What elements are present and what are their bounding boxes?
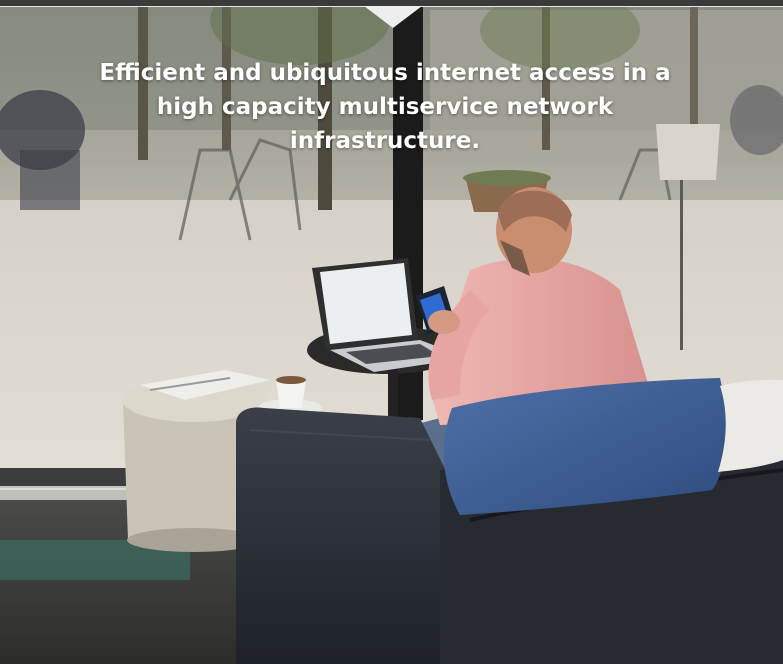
hero-banner: Efficient and ubiquitous internet access… xyxy=(0,0,783,664)
section-notch xyxy=(364,6,422,28)
hero-headline: Efficient and ubiquitous internet access… xyxy=(99,60,671,154)
white-cushion xyxy=(718,379,783,472)
